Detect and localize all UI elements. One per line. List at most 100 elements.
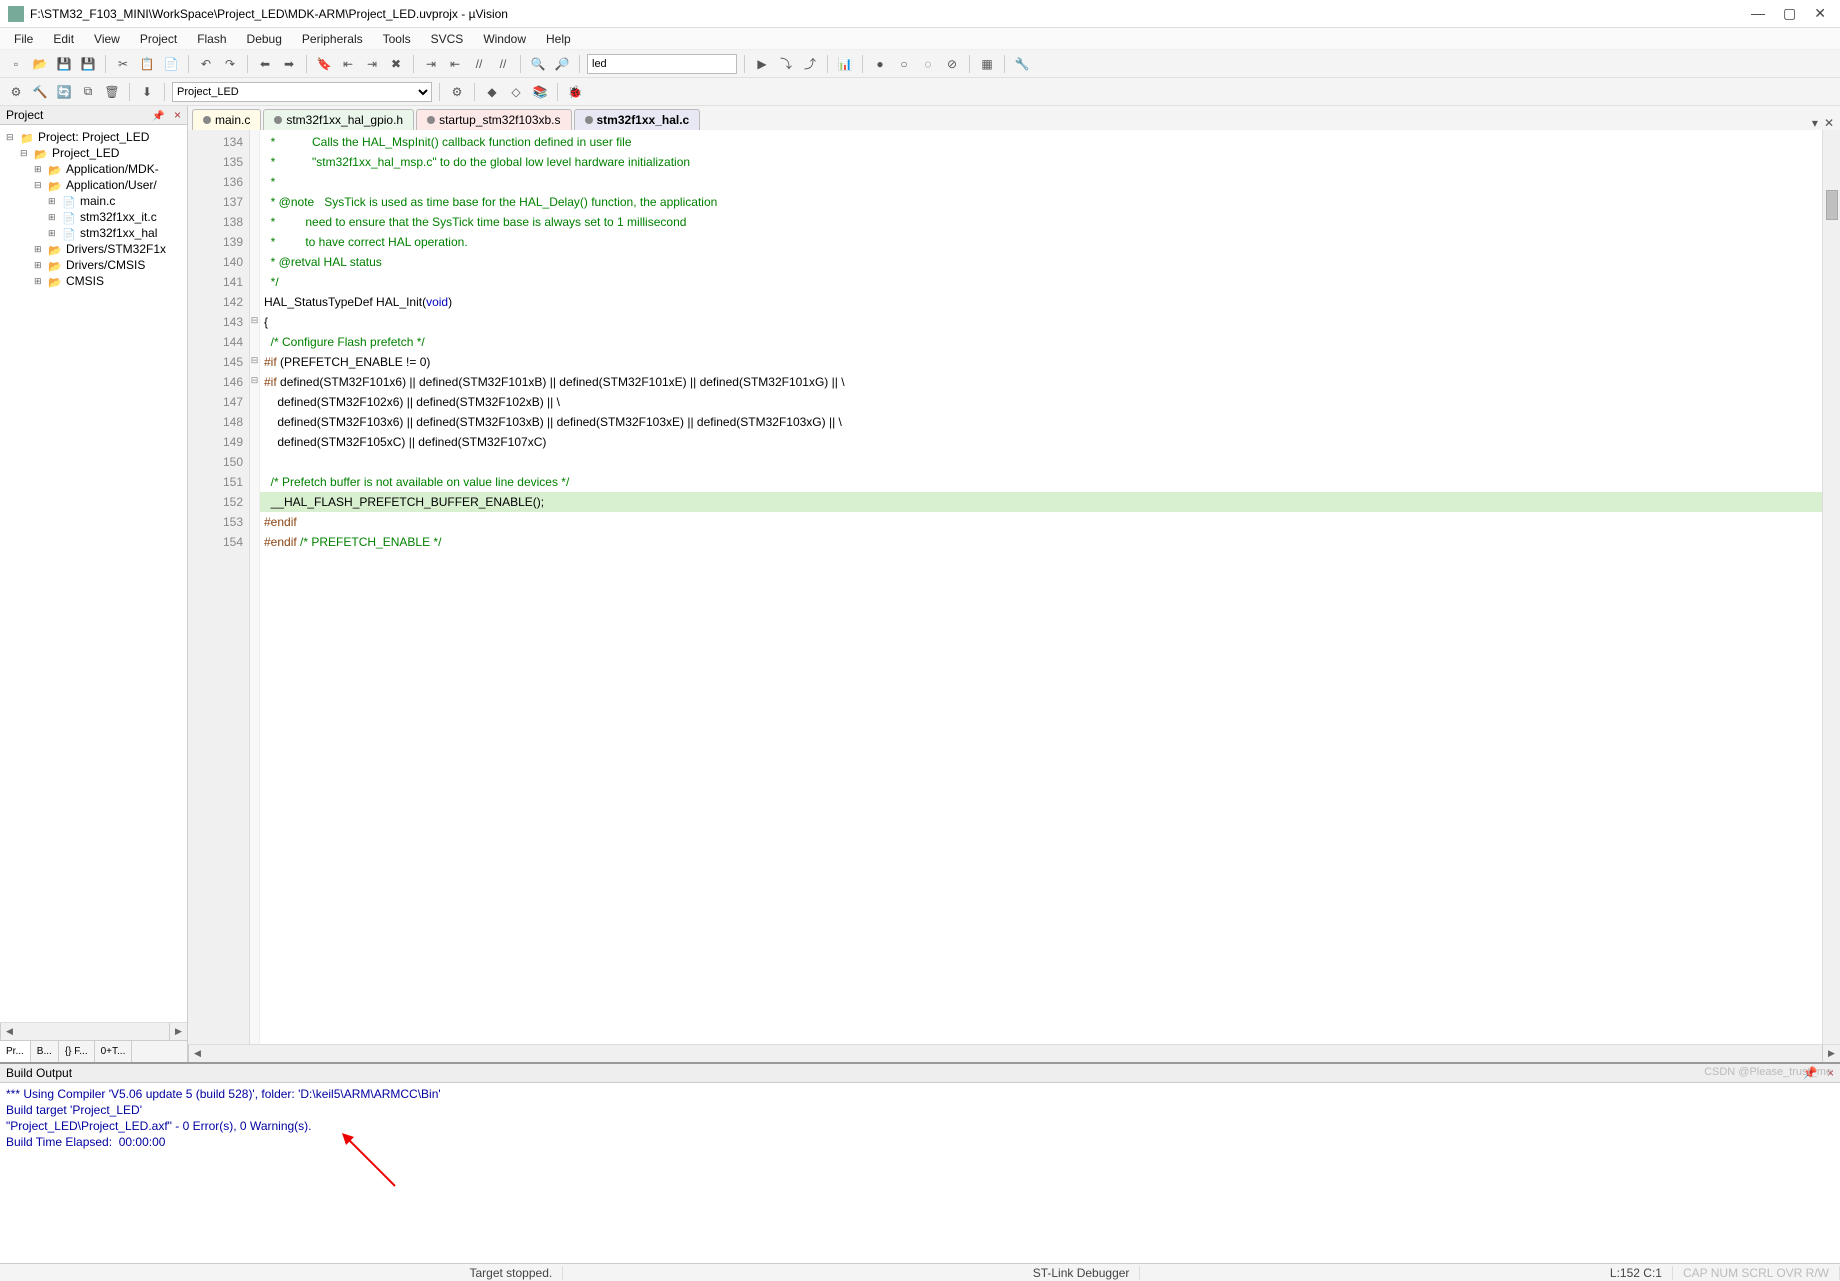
minimize-button[interactable]: — xyxy=(1751,5,1765,22)
comment-button[interactable]: // xyxy=(469,54,489,74)
new-button[interactable]: ▫ xyxy=(6,54,26,74)
file-tab-stm32f1xx_hal_gpio.h[interactable]: stm32f1xx_hal_gpio.h xyxy=(263,109,414,130)
copy-button[interactable]: 📋 xyxy=(137,54,157,74)
outdent-button[interactable]: ⇤ xyxy=(445,54,465,74)
panel-tab-2[interactable]: {} F... xyxy=(59,1041,95,1062)
menu-file[interactable]: File xyxy=(6,30,41,48)
scroll-thumb[interactable] xyxy=(1826,190,1838,220)
tree-target[interactable]: ⊟Project_LED xyxy=(2,145,185,161)
bookmark-button[interactable]: 🔖 xyxy=(314,54,334,74)
find-button[interactable]: 🔍 xyxy=(528,54,548,74)
options-button[interactable]: ⚙ xyxy=(447,82,467,102)
undo-button[interactable]: ↶ xyxy=(196,54,216,74)
disable-button[interactable]: ◌ xyxy=(918,54,938,74)
indent-button[interactable]: ⇥ xyxy=(421,54,441,74)
scroll-right-icon[interactable]: ▶ xyxy=(1822,1045,1840,1062)
menu-tools[interactable]: Tools xyxy=(375,30,419,48)
uncomment-button[interactable]: // xyxy=(493,54,513,74)
build-button[interactable]: 🔨 xyxy=(30,82,50,102)
bm-prev-button[interactable]: ⇤ xyxy=(338,54,358,74)
tree-group-1[interactable]: ⊟Application/User/ xyxy=(2,177,185,193)
panel-tab-0[interactable]: Pr... xyxy=(0,1041,31,1062)
tree-file-1-1[interactable]: ⊞stm32f1xx_it.c xyxy=(2,209,185,225)
menu-help[interactable]: Help xyxy=(538,30,579,48)
tree-group-0[interactable]: ⊞Application/MDK- xyxy=(2,161,185,177)
code-content[interactable]: * Calls the HAL_MspInit() callback funct… xyxy=(260,130,1822,1044)
find-in-files-button[interactable]: 🔎 xyxy=(552,54,572,74)
menu-debug[interactable]: Debug xyxy=(239,30,290,48)
target-select[interactable]: Project_LED xyxy=(172,82,432,102)
break-button[interactable]: ● xyxy=(870,54,890,74)
project-panel: Project 📌 × ⊟Project: Project_LED⊟Projec… xyxy=(0,106,188,1062)
save-button[interactable]: 💾 xyxy=(54,54,74,74)
tree-project-root[interactable]: ⊟Project: Project_LED xyxy=(2,129,185,145)
project-tree[interactable]: ⊟Project: Project_LED⊟Project_LED⊞Applic… xyxy=(0,125,187,1022)
rebuild-button[interactable]: 🔄 xyxy=(54,82,74,102)
editor-vscroll[interactable] xyxy=(1822,130,1840,1044)
tree-group-2[interactable]: ⊞Drivers/STM32F1x xyxy=(2,241,185,257)
titlebar: F:\STM32_F103_MINI\WorkSpace\Project_LED… xyxy=(0,0,1840,28)
menu-peripherals[interactable]: Peripherals xyxy=(294,30,371,48)
panel-tab-1[interactable]: B... xyxy=(31,1041,59,1062)
scroll-track[interactable] xyxy=(18,1023,169,1040)
fold-gutter[interactable]: ⊟⊟⊟ xyxy=(250,130,260,1044)
configure-button[interactable]: 🔧 xyxy=(1012,54,1032,74)
bm-next-button[interactable]: ⇥ xyxy=(362,54,382,74)
paste-button[interactable]: 📄 xyxy=(161,54,181,74)
bm-clear-button[interactable]: ✖ xyxy=(386,54,406,74)
cut-button[interactable]: ✂ xyxy=(113,54,133,74)
file-icon xyxy=(427,116,435,124)
build-line: *** Using Compiler 'V5.06 update 5 (buil… xyxy=(6,1087,1834,1103)
analyzer-button[interactable]: 📊 xyxy=(835,54,855,74)
close-button[interactable]: ✕ xyxy=(1814,5,1826,22)
panel-close-icon[interactable]: × xyxy=(174,108,181,122)
editor-hscroll[interactable]: ◀ ▶ xyxy=(188,1044,1840,1062)
open-button[interactable]: 📂 xyxy=(30,54,50,74)
clear-all-button[interactable]: ⊘ xyxy=(942,54,962,74)
file-tab-main.c[interactable]: main.c xyxy=(192,109,261,130)
tree-group-3[interactable]: ⊞Drivers/CMSIS xyxy=(2,257,185,273)
batch-button[interactable]: ⧉ xyxy=(78,82,98,102)
panel-tab-3[interactable]: 0+T... xyxy=(95,1041,133,1062)
dbg-launch-button[interactable]: ▶ xyxy=(752,54,772,74)
pin-icon[interactable]: 📌 xyxy=(152,111,164,122)
forward-button[interactable]: ➡ xyxy=(279,54,299,74)
scroll-left-icon[interactable]: ◀ xyxy=(188,1045,206,1062)
debug-session-button[interactable]: 🐞 xyxy=(565,82,585,102)
tree-group-4[interactable]: ⊞CMSIS xyxy=(2,273,185,289)
tree-file-1-0[interactable]: ⊞main.c xyxy=(2,193,185,209)
manage-rt-button[interactable]: ◆ xyxy=(482,82,502,102)
back-button[interactable]: ⬅ xyxy=(255,54,275,74)
dbg-over-button[interactable]: ⤴ xyxy=(800,54,820,74)
window-layout-button[interactable]: ▦ xyxy=(977,54,997,74)
scroll-right-icon[interactable]: ▶ xyxy=(169,1023,187,1040)
tree-file-1-2[interactable]: ⊞stm32f1xx_hal xyxy=(2,225,185,241)
saveall-button[interactable]: 💾 xyxy=(78,54,98,74)
project-hscroll[interactable]: ◀ ▶ xyxy=(0,1022,187,1040)
manage-books-button[interactable]: 📚 xyxy=(530,82,550,102)
build-output-panel: Build Output 📌 × *** Using Compiler 'V5.… xyxy=(0,1062,1840,1263)
download-button[interactable]: ⬇ xyxy=(137,82,157,102)
translate-button[interactable]: ⚙ xyxy=(6,82,26,102)
tab-dropdown-icon[interactable]: ▾ xyxy=(1812,116,1818,130)
file-tab-stm32f1xx_hal.c[interactable]: stm32f1xx_hal.c xyxy=(574,109,701,130)
menu-window[interactable]: Window xyxy=(475,30,534,48)
editor-close-icon[interactable]: ✕ xyxy=(1824,116,1834,130)
menu-svcs[interactable]: SVCS xyxy=(423,30,472,48)
menu-project[interactable]: Project xyxy=(132,30,185,48)
clean-button[interactable]: 🗑 xyxy=(102,82,122,102)
menu-flash[interactable]: Flash xyxy=(189,30,234,48)
manage-pkg-button[interactable]: ◇ xyxy=(506,82,526,102)
scroll-left-icon[interactable]: ◀ xyxy=(0,1023,18,1040)
enable-button[interactable]: ○ xyxy=(894,54,914,74)
code-editor[interactable]: 1341351361371381391401411421431441451461… xyxy=(188,130,1840,1044)
search-input[interactable] xyxy=(587,54,737,74)
redo-button[interactable]: ↷ xyxy=(220,54,240,74)
build-output-text[interactable]: *** Using Compiler 'V5.06 update 5 (buil… xyxy=(0,1083,1840,1263)
menu-edit[interactable]: Edit xyxy=(45,30,82,48)
maximize-button[interactable]: ▢ xyxy=(1783,5,1796,22)
scroll-track[interactable] xyxy=(206,1045,1822,1062)
dbg-step-button[interactable]: ⤵ xyxy=(776,54,796,74)
file-tab-startup_stm32f103xb.s[interactable]: startup_stm32f103xb.s xyxy=(416,109,571,130)
menu-view[interactable]: View xyxy=(86,30,128,48)
